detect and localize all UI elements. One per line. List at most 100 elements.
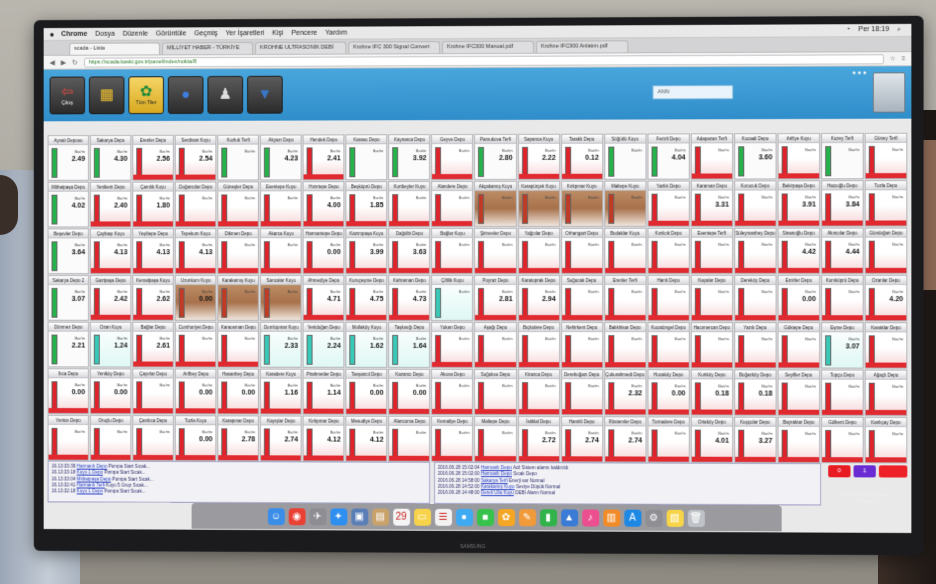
station-tile[interactable]: Tavşancıl Depo Bar/m 0.00 bbox=[346, 369, 388, 415]
station-tile[interactable]: Ilıca Depo Bar/m 0.00 bbox=[48, 368, 89, 414]
chrome-menu-icon[interactable]: ≡ bbox=[902, 56, 906, 62]
station-tile[interactable]: Akarca Kuyu Bar/m bbox=[260, 228, 302, 274]
ibooks-icon[interactable]: ▥ bbox=[603, 509, 620, 526]
station-tile[interactable]: Karapınar Depo Bar/m 2.78 bbox=[218, 415, 260, 461]
map-button[interactable]: ● bbox=[168, 76, 204, 114]
station-tile[interactable]: Kocaali Depo Bar/m 3.60 bbox=[734, 133, 776, 179]
station-tile[interactable]: Çamlık Kuyu Bar/m 1.80 bbox=[132, 182, 174, 228]
search-input[interactable]: ANN bbox=[653, 85, 734, 99]
station-tile[interactable]: Beşköprü Depo Bar/m 1.85 bbox=[346, 181, 388, 227]
wifi-icon[interactable]: ◔ bbox=[846, 26, 850, 34]
station-tile[interactable]: Esentepe Terfi Bar/m bbox=[691, 228, 733, 274]
log-station-link[interactable]: Karakamış Kuyu bbox=[481, 484, 515, 489]
station-tile[interactable]: Kavaklar Depo Bar/m bbox=[865, 322, 908, 368]
station-tile[interactable]: Hacımercan Depo Bar/m bbox=[691, 322, 733, 368]
station-tile[interactable]: Şirinevler Depo Bar/m bbox=[474, 228, 516, 274]
station-tile[interactable]: Tepekum Kuyu Bar/m 4.13 bbox=[175, 228, 217, 274]
menu-dosya[interactable]: Dosya bbox=[95, 30, 115, 37]
tab-krohne-debi[interactable]: KROHNE ULTRASONİK DEBİ bbox=[255, 42, 346, 54]
station-tile[interactable]: Bağlar Depo Bar/m 2.61 bbox=[132, 322, 174, 368]
photos2-icon[interactable]: ✿ bbox=[498, 509, 515, 526]
station-tile[interactable]: Kırkpınar Depo Bar/m 4.12 bbox=[303, 416, 345, 462]
reload-icon[interactable]: ↻ bbox=[72, 58, 78, 66]
station-tile[interactable]: Sapanca Kuyu Bar/m 2.22 bbox=[518, 134, 560, 180]
station-tile[interactable]: Serdivan Kuyu Bar/m 2.54 bbox=[175, 135, 217, 181]
station-tile[interactable]: Cumhuriyet Depo Bar/m bbox=[175, 322, 217, 368]
station-tile[interactable]: Erenler Terfi Bar/m bbox=[604, 275, 646, 321]
all-tiles-button[interactable]: ✿ Tüm Tiler bbox=[128, 76, 164, 114]
exit-button[interactable]: ⇦ Çıkış bbox=[50, 77, 85, 115]
station-tile[interactable]: Beşevler Depo Bar/m 3.64 bbox=[48, 228, 89, 274]
station-tile[interactable]: İstiklal Depo Bar/m 2.72 bbox=[518, 416, 560, 462]
station-tile[interactable]: Dönmez Depo Bar/m 2.21 bbox=[48, 322, 89, 368]
station-tile[interactable]: Sinanoğlu Depo Bar/m 4.42 bbox=[777, 228, 820, 274]
station-tile[interactable]: Alandere Depo Bar/m bbox=[431, 181, 473, 227]
station-tile[interactable]: Pamukova Terfi Bar/m 2.80 bbox=[474, 134, 516, 180]
station-tile[interactable]: Yeniköy Depo Bar/m 0.00 bbox=[90, 368, 131, 414]
station-tile[interactable]: Kuzey Terfi Bar/m bbox=[821, 133, 864, 179]
station-tile[interactable]: Seyifler Depo Bar/m bbox=[777, 369, 820, 415]
keynote-icon[interactable]: ▲ bbox=[561, 509, 578, 526]
station-tile[interactable]: Kayışlar Depo Bar/m 2.74 bbox=[260, 415, 302, 461]
station-tile[interactable]: Hanlı Depo Bar/m bbox=[647, 275, 689, 321]
station-tile[interactable]: Dereboğazı Depo Bar/m bbox=[561, 369, 603, 415]
log-station-link[interactable]: Sakarya Terfi bbox=[481, 478, 508, 483]
station-tile[interactable]: Uzunkum Kuyu Bar/m 0.00 bbox=[175, 275, 217, 321]
appstore-icon[interactable]: A bbox=[624, 509, 641, 526]
station-tile[interactable]: Ağaçlı Depo Bar/m bbox=[865, 370, 908, 416]
station-tile[interactable]: Soğucak Depo Bar/m bbox=[561, 275, 603, 321]
station-tile[interactable]: Bıçkıdere Depo Bar/m bbox=[518, 322, 560, 368]
station-tile[interactable]: Yukarı Depo Bar/m bbox=[431, 322, 473, 368]
station-tile[interactable]: Esentepe Kuyu Bar/m bbox=[260, 181, 302, 227]
station-tile[interactable]: Güneşler Depo Bar/m bbox=[218, 181, 260, 227]
station-tile[interactable]: Ahmediye Depo Bar/m 4.71 bbox=[303, 275, 345, 321]
station-tile[interactable]: Bayraktar Depo Bar/m bbox=[777, 417, 820, 463]
station-tile[interactable]: Kuruçeşme Depo Bar/m 4.75 bbox=[346, 275, 388, 321]
station-tile[interactable]: Yazılı Depo Bar/m bbox=[734, 322, 776, 368]
station-tile[interactable]: Kuşçular Depo Bar/m 3.27 bbox=[734, 417, 776, 463]
station-tile[interactable]: Yağcılar Depo Bar/m bbox=[518, 228, 560, 274]
event-log-left[interactable]: 16.13:33:39 Harmanlı Depo Pompa Start Sı… bbox=[48, 461, 430, 504]
calendar-icon[interactable]: 29 bbox=[393, 508, 410, 525]
note-icon[interactable]: ▧ bbox=[666, 509, 683, 526]
station-tile[interactable]: Emirler Depo Bar/m 0.00 bbox=[777, 275, 820, 321]
station-tile[interactable]: Kırkpınar Kuyu Bar/m bbox=[561, 181, 603, 227]
station-tile[interactable]: Gölkent Depo Bar/m bbox=[821, 417, 864, 463]
station-tile[interactable]: Kurtköy Depo Bar/m 0.18 bbox=[691, 369, 733, 415]
station-tile[interactable]: Adapazarı Terfi Bar/m bbox=[691, 133, 733, 179]
filter-button[interactable]: ▼ bbox=[247, 76, 283, 114]
numbers-icon[interactable]: ▮ bbox=[540, 509, 557, 526]
tab-krohne-manual[interactable]: Krohne IFC300 Manual.pdf bbox=[442, 41, 534, 53]
station-tile[interactable]: Çayırlar Depo Bar/m bbox=[132, 368, 174, 414]
event-log-right[interactable]: 2016.06.28 15:02:04 Harmanlı Depo Acil S… bbox=[434, 462, 822, 506]
station-tile[interactable]: Pirahmetler Depo Bar/m 1.14 bbox=[303, 369, 345, 415]
station-tile[interactable]: Nehirkent Depo Bar/m bbox=[561, 322, 603, 368]
station-tile[interactable]: Kurtbeyler Kuyu Bar/m bbox=[389, 181, 431, 227]
station-tile[interactable]: Ozan Kuyu Bar/m 1.24 bbox=[90, 322, 131, 368]
log-station-link[interactable]: Kuyu 1 Depo bbox=[77, 470, 103, 475]
station-tile[interactable]: Erenler Depo Bar/m 2.56 bbox=[132, 135, 174, 181]
station-tile[interactable]: Yenidoğan Depo Bar/m 2.24 bbox=[303, 322, 345, 368]
bookmark-star-icon[interactable]: ☆ bbox=[890, 55, 895, 62]
station-tile[interactable]: Dikmen Depo Bar/m bbox=[218, 228, 260, 274]
station-tile[interactable]: Hendek Depo Bar/m 2.41 bbox=[303, 134, 345, 180]
station-tile[interactable]: Kirazca Depo Bar/m bbox=[518, 369, 560, 415]
station-tile[interactable]: Taşkısığı Depo Bar/m 1.64 bbox=[389, 322, 431, 368]
station-tile[interactable]: Aşağı Depo Bar/m bbox=[474, 322, 516, 368]
station-tile[interactable]: Tuzla Depo Bar/m bbox=[865, 180, 908, 226]
log-line[interactable]: 2016.06.28 14:48:00 Dereli Ulla Kuyu DEB… bbox=[438, 490, 818, 498]
station-tile[interactable]: Kayalar Depo Bar/m bbox=[691, 275, 733, 321]
station-tile[interactable]: Hızırtepe Depo Bar/m 4.00 bbox=[303, 181, 345, 227]
spotlight-icon[interactable]: ⌕ bbox=[897, 26, 901, 34]
station-tile[interactable]: Eşme Depo Bar/m 3.07 bbox=[821, 322, 864, 368]
station-tile[interactable]: Kazımpaşa Kuyu Bar/m 3.99 bbox=[346, 228, 388, 274]
station-tile[interactable]: Söğütlü Kuyu Bar/m bbox=[604, 134, 646, 180]
station-tile[interactable]: Taraklı Depo Bar/m 0.12 bbox=[561, 134, 603, 180]
station-tile[interactable]: Poyraz Depo Bar/m 2.81 bbox=[474, 275, 516, 321]
station-tile[interactable]: Kızılcık Depo Bar/m bbox=[647, 228, 689, 274]
tab-krohne-ifc300[interactable]: Krohne IFC 300 Signal Convert bbox=[348, 41, 440, 53]
station-tile[interactable]: Tuzla Kuyu Bar/m 0.00 bbox=[175, 415, 217, 461]
station-tile[interactable]: Orhangazi Depo Bar/m bbox=[561, 228, 603, 274]
log-station-link[interactable]: Harmanlı Depo bbox=[481, 465, 512, 470]
forward-icon[interactable]: ▶ bbox=[61, 58, 66, 66]
